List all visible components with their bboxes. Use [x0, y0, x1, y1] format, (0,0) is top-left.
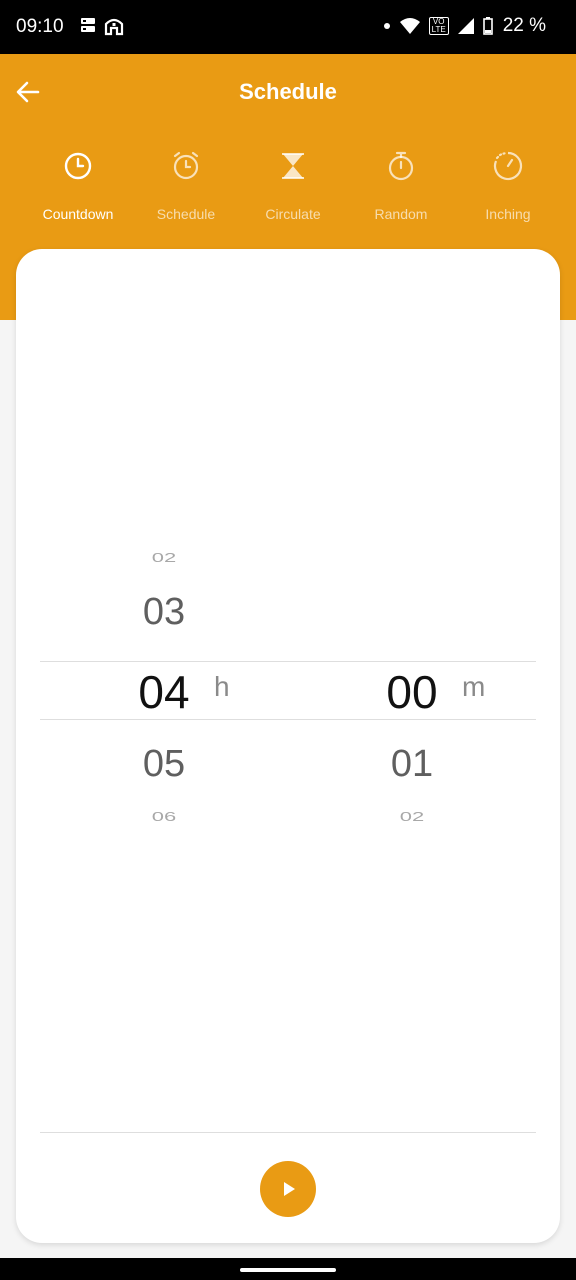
alarm-clock-icon [173, 151, 199, 180]
signal-icon [457, 18, 474, 34]
hours-unit: h [214, 671, 230, 702]
home-gesture-handle[interactable] [240, 1268, 336, 1272]
play-icon [284, 1182, 295, 1196]
hour-option[interactable]: 03 [104, 591, 224, 634]
battery-icon [482, 17, 493, 35]
minute-selected[interactable]: 00 [352, 665, 472, 719]
hour-option[interactable]: 06 [104, 809, 224, 825]
system-nav-bar [0, 1258, 576, 1280]
hour-option[interactable]: 05 [104, 743, 224, 786]
minute-option[interactable]: 02 [352, 809, 472, 825]
storage-icon [81, 18, 95, 32]
tab-countdown[interactable]: Countdown [24, 150, 132, 222]
battery-percent: 22 % [502, 15, 546, 36]
tab-inching[interactable]: Inching [454, 150, 562, 222]
tab-label: Countdown [42, 206, 114, 222]
dot-icon [383, 23, 390, 29]
hourglass-icon [282, 153, 304, 179]
mode-tabs: Countdown Schedule Circulate Random Inch… [0, 150, 576, 230]
tab-label: Random [374, 206, 428, 222]
footer-divider [40, 1132, 536, 1133]
start-button[interactable] [260, 1161, 316, 1217]
tab-label: Schedule [156, 206, 216, 222]
volte-badge: VO LTE [428, 17, 449, 35]
minutes-unit: m [462, 671, 486, 702]
hour-selected[interactable]: 04 [104, 665, 224, 719]
stopwatch-icon [388, 151, 414, 181]
tab-circulate[interactable]: Circulate [239, 150, 347, 222]
wifi-icon [399, 18, 420, 34]
status-bar: 09:10 VO LTE 22 % [0, 0, 576, 54]
tab-random[interactable]: Random [347, 150, 455, 222]
page-title: Schedule [239, 79, 337, 104]
tab-label: Circulate [265, 206, 321, 222]
countdown-card: 02 03 04 05 06 h 00 01 02 m [16, 249, 560, 1243]
tab-schedule[interactable]: Schedule [132, 150, 240, 222]
hour-option[interactable]: 02 [104, 550, 224, 566]
app-notification-icon [104, 18, 124, 36]
dotted-clock-icon [493, 151, 523, 181]
picker-divider-bottom [40, 719, 536, 720]
picker-divider-top [40, 661, 536, 662]
minute-option[interactable]: 01 [352, 743, 472, 786]
tab-label: Inching [485, 206, 531, 222]
clock-icon [64, 152, 92, 180]
status-time: 09:10 [16, 16, 64, 37]
